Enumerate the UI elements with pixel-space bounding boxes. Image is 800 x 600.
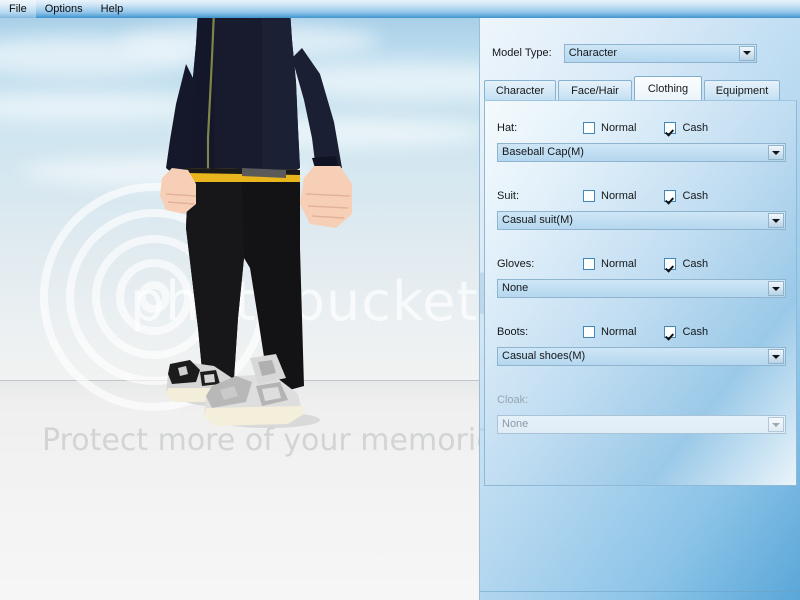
gloves-label: Gloves: <box>497 258 535 270</box>
tab-face-hair[interactable]: Face/Hair <box>558 80 632 100</box>
chevron-down-icon[interactable] <box>768 281 784 296</box>
clothing-tab-panel: Hat: Normal Cash Baseball Cap(M) Suit: N… <box>484 100 797 486</box>
suit-normal-checkbox[interactable]: Normal <box>583 190 636 202</box>
hat-label: Hat: <box>497 122 518 134</box>
gloves-cash-label: Cash <box>682 258 709 270</box>
group-header: Suit: Normal Cash <box>497 187 786 205</box>
gloves-value: None <box>502 282 529 294</box>
menu-item-help[interactable]: Help <box>92 0 133 18</box>
chevron-down-icon <box>768 417 784 432</box>
character-model[interactable] <box>0 18 479 600</box>
clothing-group-gloves: Gloves: Normal Cash None <box>497 255 786 298</box>
suit-cash-checkbox[interactable]: Cash <box>664 190 708 202</box>
gloves-cash-checkbox[interactable]: Cash <box>664 258 708 270</box>
hat-normal-checkbox[interactable]: Normal <box>583 122 636 134</box>
group-header: Boots: Normal Cash <box>497 323 786 341</box>
cloak-label: Cloak: <box>497 394 529 406</box>
suit-label: Suit: <box>497 190 520 202</box>
model-type-select[interactable]: Character <box>563 43 757 63</box>
checkbox-box-icon <box>583 258 595 270</box>
clothing-group-suit: Suit: Normal Cash Casual suit(M) <box>497 187 786 230</box>
clothing-group-boots: Boots: Normal Cash Casual shoes(M) <box>497 323 786 366</box>
hat-cash-label: Cash <box>682 122 709 134</box>
tab-clothing[interactable]: Clothing <box>634 76 702 100</box>
model-type-row: Model Type: Character <box>492 42 792 64</box>
model-viewport[interactable]: photobucket Protect more of your memorie… <box>0 18 479 600</box>
group-header: Cloak: <box>497 391 786 409</box>
checkbox-box-icon <box>583 326 595 338</box>
gloves-normal-checkbox[interactable]: Normal <box>583 258 636 270</box>
menu-item-file[interactable]: File <box>0 0 36 18</box>
chevron-down-icon[interactable] <box>738 45 755 61</box>
menu-item-options[interactable]: Options <box>36 0 92 18</box>
hat-normal-label: Normal <box>601 122 637 134</box>
chevron-down-icon[interactable] <box>768 349 784 364</box>
group-header: Gloves: Normal Cash <box>497 255 786 273</box>
boots-label: Boots: <box>497 326 529 338</box>
boots-normal-checkbox[interactable]: Normal <box>583 326 636 338</box>
cloak-value: None <box>502 418 529 430</box>
checkbox-checked-icon <box>664 258 677 270</box>
tab-equipment[interactable]: Equipment <box>704 80 780 100</box>
suit-value: Casual suit(M) <box>502 214 573 226</box>
menu-bar: File Options Help <box>0 0 800 18</box>
panel-divider <box>480 591 800 592</box>
chevron-down-icon[interactable] <box>768 145 784 160</box>
chevron-down-icon[interactable] <box>768 213 784 228</box>
boots-cash-checkbox[interactable]: Cash <box>664 326 708 338</box>
tab-character[interactable]: Character <box>484 80 556 100</box>
hat-value: Baseball Cap(M) <box>502 146 584 158</box>
checkbox-box-icon <box>583 122 595 134</box>
checkbox-checked-icon <box>664 190 677 202</box>
group-header: Hat: Normal Cash <box>497 119 786 137</box>
checkbox-checked-icon <box>664 326 677 338</box>
gloves-select[interactable]: None <box>497 279 786 298</box>
clothing-group-hat: Hat: Normal Cash Baseball Cap(M) <box>497 119 786 162</box>
application-window: File Options Help photobucket Protect mo… <box>0 0 800 600</box>
hat-select[interactable]: Baseball Cap(M) <box>497 143 786 162</box>
tab-strip: Character Face/Hair Clothing Equipment <box>484 76 797 100</box>
boots-select[interactable]: Casual shoes(M) <box>497 347 786 366</box>
boots-normal-label: Normal <box>601 326 637 338</box>
hat-cash-checkbox[interactable]: Cash <box>664 122 708 134</box>
gloves-normal-label: Normal <box>601 258 637 270</box>
checkbox-box-icon <box>583 190 595 202</box>
suit-cash-label: Cash <box>682 190 709 202</box>
model-type-label: Model Type: <box>492 47 552 59</box>
properties-panel: bucket mories for less! Model Type: Char… <box>479 18 800 600</box>
model-type-value: Character <box>568 46 618 59</box>
boots-value: Casual shoes(M) <box>502 350 586 362</box>
suit-select[interactable]: Casual suit(M) <box>497 211 786 230</box>
checkbox-checked-icon <box>664 122 677 134</box>
cloak-select: None <box>497 415 786 434</box>
suit-normal-label: Normal <box>601 190 637 202</box>
clothing-group-cloak: Cloak: None <box>497 391 786 434</box>
boots-cash-label: Cash <box>682 326 709 338</box>
